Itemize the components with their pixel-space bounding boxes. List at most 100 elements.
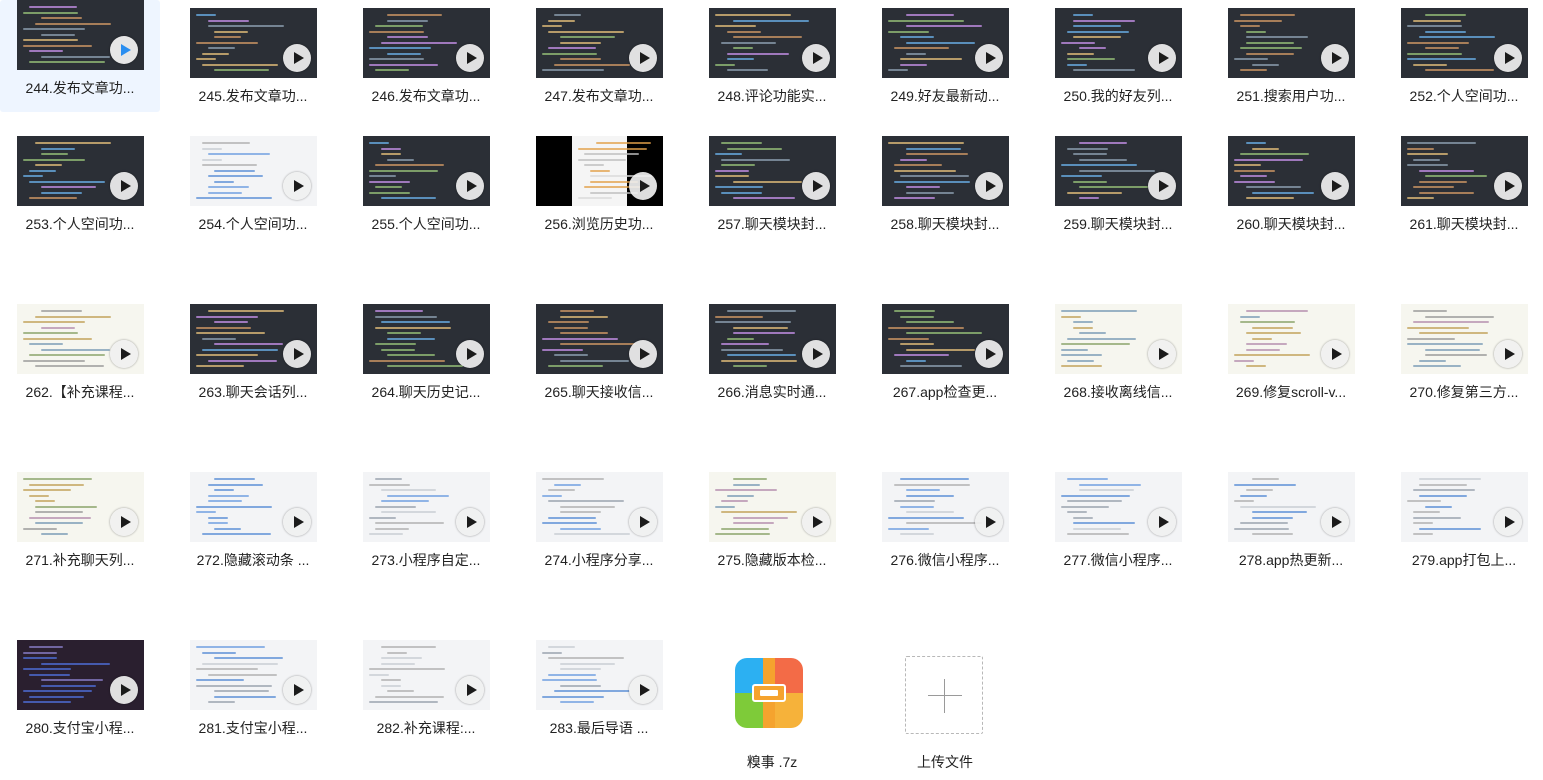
video-file-tile[interactable]: 278.app热更新...: [1211, 472, 1371, 576]
play-icon[interactable]: [802, 340, 830, 368]
thumbnail-line: [381, 197, 436, 199]
play-icon[interactable]: [110, 508, 138, 536]
play-icon[interactable]: [802, 172, 830, 200]
thumbnail-line: [29, 483, 84, 486]
play-icon[interactable]: [456, 676, 484, 704]
play-icon[interactable]: [975, 508, 1003, 536]
play-icon[interactable]: [1321, 172, 1349, 200]
play-icon[interactable]: [456, 340, 484, 368]
video-file-tile[interactable]: 279.app打包上...: [1384, 472, 1543, 576]
play-icon[interactable]: [629, 508, 657, 536]
video-file-tile[interactable]: 264.聊天历史记...: [346, 304, 506, 408]
play-icon[interactable]: [975, 44, 1003, 72]
video-file-tile[interactable]: 256.浏览历史功...: [519, 136, 679, 240]
video-file-tile[interactable]: 266.消息实时通...: [692, 304, 852, 408]
video-file-tile[interactable]: 276.微信小程序...: [865, 472, 1025, 576]
play-icon[interactable]: [110, 340, 138, 368]
thumbnail-line: [196, 197, 272, 199]
video-file-tile[interactable]: 271.补充聊天列...: [0, 472, 160, 576]
play-icon[interactable]: [110, 676, 138, 704]
video-file-tile[interactable]: 274.小程序分享...: [519, 472, 679, 576]
video-file-tile[interactable]: 283.最后导语 ...: [519, 640, 679, 744]
video-file-tile[interactable]: 244.发布文章功...: [0, 0, 160, 112]
thumbnail-line: [1061, 348, 1088, 351]
play-icon[interactable]: [1148, 172, 1176, 200]
video-file-tile[interactable]: 254.个人空间功...: [173, 136, 333, 240]
video-file-tile[interactable]: 247.发布文章功...: [519, 8, 679, 112]
play-icon[interactable]: [1321, 340, 1349, 368]
play-icon[interactable]: [283, 44, 311, 72]
play-icon[interactable]: [1494, 340, 1522, 368]
play-icon[interactable]: [1148, 44, 1176, 72]
thumbnail-line: [208, 153, 270, 155]
play-icon[interactable]: [110, 172, 138, 200]
play-icon[interactable]: [456, 172, 484, 200]
thumbnail-line: [1061, 505, 1109, 508]
thumbnail-line: [29, 343, 63, 345]
thumbnail-line: [578, 158, 626, 161]
video-file-tile[interactable]: 257.聊天模块封...: [692, 136, 852, 240]
video-file-tile[interactable]: 251.搜索用户功...: [1211, 8, 1371, 112]
play-icon[interactable]: [283, 340, 311, 368]
video-file-tile[interactable]: 255.个人空间功...: [346, 136, 506, 240]
play-icon[interactable]: [1494, 172, 1522, 200]
video-file-tile[interactable]: 272.隐藏滚动条 ...: [173, 472, 333, 576]
play-icon[interactable]: [629, 44, 657, 72]
thumbnail-line: [560, 662, 615, 665]
video-file-tile[interactable]: 248.评论功能实...: [692, 8, 852, 112]
play-icon[interactable]: [629, 172, 657, 200]
play-icon[interactable]: [975, 340, 1003, 368]
video-file-tile[interactable]: 269.修复scroll-v...: [1211, 304, 1371, 408]
video-file-tile[interactable]: 263.聊天会话列...: [173, 304, 333, 408]
play-icon[interactable]: [283, 508, 311, 536]
play-icon[interactable]: [1321, 508, 1349, 536]
play-icon[interactable]: [802, 44, 830, 72]
play-icon[interactable]: [1148, 508, 1176, 536]
play-icon[interactable]: [283, 676, 311, 704]
video-file-tile[interactable]: 250.我的好友列...: [1038, 8, 1198, 112]
video-file-tile[interactable]: 275.隐藏版本检...: [692, 472, 852, 576]
video-file-tile[interactable]: 245.发布文章功...: [173, 8, 333, 112]
play-icon[interactable]: [1321, 44, 1349, 72]
video-file-tile[interactable]: 281.支付宝小程...: [173, 640, 333, 744]
video-file-tile[interactable]: 267.app检查更...: [865, 304, 1025, 408]
video-file-tile[interactable]: 277.微信小程序...: [1038, 472, 1198, 576]
video-thumbnail: [363, 136, 490, 206]
thumbnail-line: [542, 69, 604, 71]
play-icon[interactable]: [975, 172, 1003, 200]
play-icon[interactable]: [456, 44, 484, 72]
video-file-tile[interactable]: 280.支付宝小程...: [0, 640, 160, 744]
video-file-tile[interactable]: 260.聊天模块封...: [1211, 136, 1371, 240]
video-file-tile[interactable]: 246.发布文章功...: [346, 8, 506, 112]
play-icon[interactable]: [629, 676, 657, 704]
video-file-tile[interactable]: 258.聊天模块封...: [865, 136, 1025, 240]
play-icon[interactable]: [110, 36, 138, 64]
play-icon[interactable]: [802, 508, 830, 536]
video-file-tile[interactable]: 270.修复第三方...: [1384, 304, 1543, 408]
thumbnail-line: [23, 668, 71, 670]
upload-file-tile[interactable]: 上传文件: [865, 640, 1025, 770]
play-icon[interactable]: [629, 340, 657, 368]
video-file-tile[interactable]: 273.小程序自定...: [346, 472, 506, 576]
video-file-tile[interactable]: 259.聊天模块封...: [1038, 136, 1198, 240]
video-file-tile[interactable]: 265.聊天接收信...: [519, 304, 679, 408]
video-file-tile[interactable]: 282.补充课程:...: [346, 640, 506, 744]
archive-file-tile[interactable]: 糗事 .7z: [692, 640, 852, 770]
play-icon[interactable]: [1494, 508, 1522, 536]
video-file-tile[interactable]: 249.好友最新动...: [865, 8, 1025, 112]
play-icon[interactable]: [283, 172, 311, 200]
video-file-tile[interactable]: 252.个人空间功...: [1384, 8, 1543, 112]
thumbnail-line: [1240, 321, 1295, 323]
thumbnail-line: [1061, 175, 1102, 177]
thumbnail-line: [1419, 169, 1474, 172]
play-icon[interactable]: [1494, 44, 1522, 72]
video-thumbnail: [363, 8, 490, 78]
video-file-tile[interactable]: 261.聊天模块封...: [1384, 136, 1543, 240]
play-icon[interactable]: [1148, 340, 1176, 368]
video-file-tile[interactable]: 253.个人空间功...: [0, 136, 160, 240]
video-file-tile[interactable]: 262.【补充课程...: [0, 304, 160, 408]
thumbnail-line: [554, 483, 581, 486]
video-file-name: 264.聊天历史记...: [371, 384, 481, 400]
play-icon[interactable]: [456, 508, 484, 536]
video-file-tile[interactable]: 268.接收离线信...: [1038, 304, 1198, 408]
